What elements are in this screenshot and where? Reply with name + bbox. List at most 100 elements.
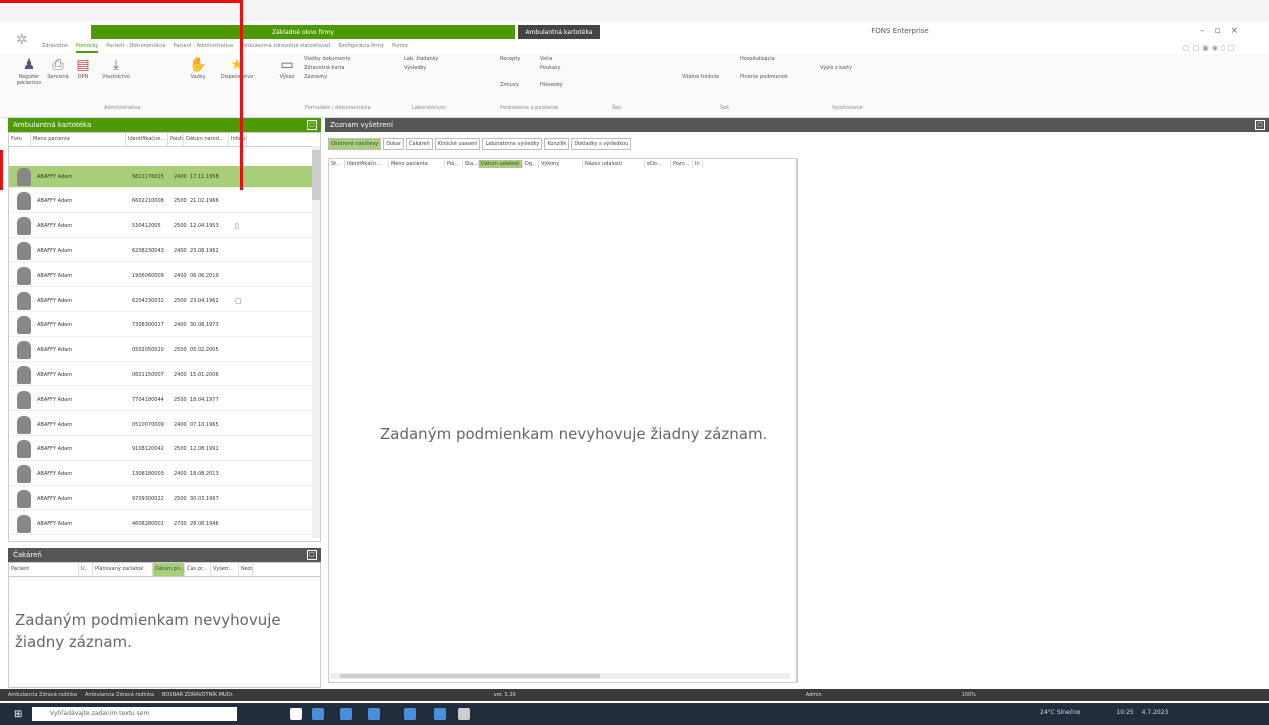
maximize-icon[interactable]: ▢	[1255, 120, 1265, 130]
tab-exam[interactable]: Ošetrené návštevy	[328, 138, 382, 150]
system-tray[interactable]: 24°C Slnečno 10:25 4.7.2023	[1040, 709, 1168, 716]
tab-exam[interactable]: Dokladky s výsledkou	[571, 138, 632, 150]
patient-info-icon[interactable]: ▯	[235, 222, 253, 230]
edge-icon[interactable]	[434, 708, 446, 720]
column-header[interactable]: Pacient	[9, 563, 79, 576]
ribbon-small-zdravotna-karta[interactable]: Zdravotná karta	[304, 65, 344, 71]
quick-access-icons[interactable]: ▢▢▣◉▯▢	[1183, 44, 1237, 52]
patient-row[interactable]: ABAFFY Adam 6602210008 2500 21.02.1966	[9, 191, 314, 213]
patient-info-icon[interactable]: ▢	[235, 297, 253, 305]
tab-exam[interactable]: Čakáreň	[406, 138, 433, 150]
patient-row[interactable]: ABAFFY Adam 0502050010 2500 05.02.2005	[9, 340, 314, 362]
context-tab-kartoteka[interactable]: Ambulantná kartotéka	[518, 25, 600, 39]
column-header[interactable]: Meno pacienta	[389, 160, 445, 168]
patient-grid[interactable]: Foto Meno pacienta Identifikačné... Poisťa D…	[8, 132, 321, 542]
waiting-room-grid[interactable]: Pacient U.. Plánovaný začiatok Dátum pri...…	[8, 562, 321, 688]
ribbon-small-recepty[interactable]: Recepty	[500, 56, 520, 62]
taskbar-search-input[interactable]: Vyhľadávajte zadaním textu sem	[32, 707, 237, 721]
patient-row[interactable]: ABAFFY Adam 4608280001 2700 28.08.1946	[9, 513, 314, 536]
ribbon-small-hospitalizacia[interactable]: Hospitalizácia	[740, 56, 775, 62]
explorer-icon[interactable]	[312, 708, 324, 720]
ribbon-small-vsetky-dokumenty[interactable]: Všetky dokumenty	[304, 56, 351, 62]
patient-row[interactable]: ABAFFY Adam 1906060009 2400 06.06.2019	[9, 265, 314, 288]
column-header[interactable]: Výkony	[539, 160, 583, 168]
column-header[interactable]: eDo...	[645, 160, 671, 168]
scrollbar-thumb[interactable]	[312, 150, 320, 200]
app-logo-icon[interactable]: ✲	[16, 32, 32, 48]
patient-row[interactable]: ABAFFY Adam 6204230032 2500 23.04.1962 ▢	[9, 290, 314, 312]
column-header[interactable]: Plánovaný začiatok	[93, 563, 153, 576]
windows-start-icon[interactable]: ⊞	[14, 709, 22, 720]
column-header[interactable]: Identifikačné...	[126, 133, 168, 146]
ribbon-button-vykaz[interactable]: ▭ Výkaz	[276, 56, 298, 80]
tab-exam[interactable]: Konzílik	[544, 138, 570, 150]
exam-grid[interactable]	[328, 158, 797, 683]
patient-row[interactable]: ABAFFY Adam 1308180003 2400 18.08.2013	[9, 464, 314, 486]
patient-row[interactable]: ABAFFY Adam 0510070009 2400 07.10.1965	[9, 414, 314, 436]
ribbon-button-vazby[interactable]: ✋ Vazby	[185, 56, 211, 80]
column-header[interactable]: Nezo	[239, 563, 253, 576]
patient-row[interactable]: ABAFFY Adam 7704180044 2500 18.04.1977	[9, 389, 314, 412]
column-header[interactable]: Pozn...	[671, 160, 693, 168]
patient-row[interactable]: ABAFFY Adam 9709300022 2500 30.03.1997	[9, 488, 314, 511]
task-view-icon[interactable]	[290, 708, 302, 720]
outlook-icon[interactable]	[404, 708, 416, 720]
column-header[interactable]: Čas pr...	[185, 563, 211, 576]
vertical-scrollbar[interactable]	[312, 146, 320, 538]
ribbon-small-vypis[interactable]: Výpis z karty	[820, 65, 852, 71]
column-header[interactable]: Poisťa	[168, 133, 184, 146]
patient-row[interactable]: ABAFFY Adam 7308300027 2400 30.08.1973	[9, 315, 314, 337]
ribbon-small-poukazy[interactable]: Poukazy	[540, 65, 561, 71]
ribbon-button-register[interactable]: ♟ Register pacientov	[16, 56, 42, 86]
tab-exam[interactable]: Laboratórne výsledky	[482, 138, 543, 150]
column-header[interactable]: Dátum narod...	[184, 133, 229, 146]
column-header[interactable]: Sta...	[463, 160, 479, 168]
ribbon-tab[interactable]: Konfigurácia firmy	[338, 43, 384, 53]
ribbon-small-lab-ziadanky[interactable]: Lab. žiadanky	[404, 56, 438, 62]
tab-exam[interactable]: Dokar	[383, 138, 405, 150]
ribbon-small-zmluvy[interactable]: Zmluvy	[500, 82, 519, 88]
patient-row[interactable]: ABAFFY Adam 0601150007 2400 15.01.2006	[9, 364, 314, 387]
column-header[interactable]: Identifikačn...	[345, 160, 389, 168]
patient-row[interactable]: ABAFFY Adam 9108120042 2500 12.08.1991	[9, 439, 314, 461]
ribbon-tab[interactable]: Pomôcky	[75, 43, 99, 53]
patient-row[interactable]: ABAFFY Adam 530412005 2500 12.04.1953 ▯	[9, 216, 314, 238]
patient-row[interactable]: ABAFFY Adam 5811176015 2400 17.11.1958	[9, 166, 314, 188]
scrollbar-thumb[interactable]	[340, 674, 600, 678]
ribbon-small-hlasenky[interactable]: Hlásenky	[540, 82, 563, 88]
ribbon-tab[interactable]: Pacient - Dokumentácia	[106, 43, 165, 53]
ribbon-button-dispecerstvo[interactable]: ★ Dispečerstvo	[215, 56, 259, 80]
ribbon-button-dpn[interactable]: ▤ DPN	[72, 56, 94, 80]
ribbon-tab[interactable]: Zdravotné	[42, 43, 68, 53]
column-header[interactable]: Meno pacienta	[31, 133, 126, 146]
context-tab-main[interactable]: Základné okno firmy	[91, 25, 515, 39]
maximize-icon[interactable]: ▢	[307, 120, 317, 130]
ribbon-small-vysledky[interactable]: Výsledky	[404, 65, 426, 71]
ribbon-tab[interactable]: Pomoc	[392, 43, 409, 53]
column-header[interactable]: Dátum udalosti	[479, 160, 523, 168]
ribbon-small-zaznamy[interactable]: Záznamy	[304, 74, 327, 80]
fons-app-icon[interactable]	[458, 708, 470, 720]
mail-icon[interactable]	[368, 708, 380, 720]
column-header[interactable]: Názov udalosti	[583, 160, 645, 168]
ribbon-button-servisna[interactable]: ⎙ Servisná	[46, 56, 70, 80]
column-header[interactable]: Vyšetr...	[211, 563, 239, 576]
column-header[interactable]: Poi...	[445, 160, 463, 168]
ribbon-small-vitalne-funkcie[interactable]: Vitálne funkcie	[682, 74, 719, 80]
ribbon-tab[interactable]: Ambulantná zdravotná starostlivosť	[241, 43, 330, 53]
column-header[interactable]: Dg.	[523, 160, 539, 168]
column-header[interactable]: St..	[329, 160, 345, 168]
column-header[interactable]: In	[693, 160, 703, 168]
window-controls[interactable]: –▫×	[1200, 26, 1269, 36]
tab-exam[interactable]: Klinické usasení	[434, 138, 481, 150]
column-header[interactable]: Foto	[9, 133, 31, 146]
column-header[interactable]: Dátum pri...	[153, 563, 185, 576]
column-header[interactable]: Info pa	[229, 133, 247, 146]
ribbon-small-plnenie[interactable]: Plnenie podmienok	[740, 74, 788, 80]
ribbon-tab[interactable]: Pacient - Administratíva	[174, 43, 234, 53]
ribbon-small-vana[interactable]: Vaňa	[540, 56, 552, 62]
patient-row[interactable]: ABAFFY Adam 6208230043 2400 23.08.1962	[9, 240, 314, 263]
ribbon-button-vlastnictvo[interactable]: ⤓ Vlastníctvo	[100, 56, 132, 80]
store-icon[interactable]	[340, 708, 352, 720]
column-header[interactable]: U..	[79, 563, 93, 576]
